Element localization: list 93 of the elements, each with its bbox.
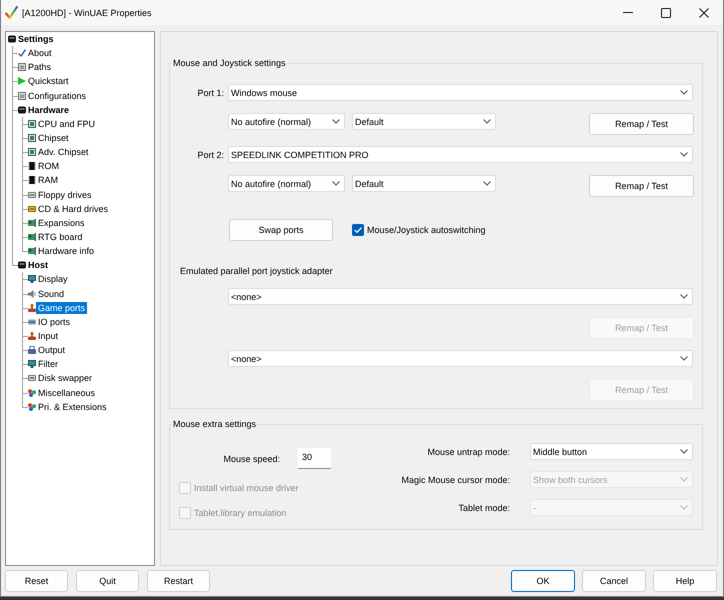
field-label: Magic Mouse cursor mode: bbox=[401, 474, 510, 484]
dropdown[interactable]: No autofire (normal) bbox=[228, 113, 345, 130]
monitor-icon bbox=[28, 360, 36, 368]
restart-button[interactable]: Restart bbox=[147, 570, 210, 592]
card-icon bbox=[28, 233, 36, 242]
mouse-speed-field[interactable]: 30 bbox=[298, 448, 331, 469]
window-icon bbox=[18, 92, 26, 100]
tree-item[interactable]: Miscellaneous bbox=[36, 386, 98, 399]
color-dots-icon bbox=[28, 402, 36, 411]
tree-item[interactable]: Game ports bbox=[36, 302, 88, 314]
drive-icon bbox=[28, 204, 36, 213]
tree-item[interactable]: Settings bbox=[16, 33, 56, 46]
tree-item[interactable]: RTG board bbox=[36, 231, 84, 244]
field-label: Mouse untrap mode: bbox=[427, 446, 510, 456]
drive-icon bbox=[28, 190, 36, 199]
tree-item[interactable]: About bbox=[26, 47, 54, 60]
dropdown[interactable]: No autofire (normal) bbox=[228, 175, 345, 192]
chevron-down-icon bbox=[680, 477, 688, 482]
checkmark-icon bbox=[354, 227, 362, 233]
dropdown[interactable]: <none> bbox=[228, 350, 693, 367]
tree-item[interactable]: Input bbox=[36, 330, 60, 342]
reset-button[interactable]: Reset bbox=[5, 570, 68, 592]
dropdown[interactable]: Default bbox=[352, 113, 496, 130]
tree-item[interactable]: Chipset bbox=[36, 132, 71, 144]
card-icon bbox=[28, 247, 36, 256]
tree-item[interactable]: Quickstart bbox=[26, 75, 71, 88]
printer-icon bbox=[28, 346, 36, 354]
quit-button[interactable]: Quit bbox=[76, 570, 139, 592]
tree-item[interactable]: CPU and FPU bbox=[36, 118, 98, 130]
monitor-icon bbox=[28, 275, 36, 284]
dropdown[interactable]: Middle button bbox=[530, 443, 693, 460]
chevron-down-icon bbox=[680, 294, 688, 299]
chevron-down-icon bbox=[680, 152, 688, 157]
connector-icon bbox=[28, 318, 36, 326]
tree-item[interactable]: Hardware info bbox=[36, 245, 96, 258]
chevron-down-icon bbox=[680, 449, 688, 454]
tree-item[interactable]: Configurations bbox=[26, 90, 88, 102]
remap-button[interactable]: Remap / Test bbox=[589, 113, 694, 135]
checkmark-icon bbox=[18, 49, 26, 58]
tree-item[interactable]: Sound bbox=[36, 288, 66, 300]
help-button[interactable]: Help bbox=[653, 570, 717, 592]
cancel-button[interactable]: Cancel bbox=[582, 570, 646, 592]
port-label: Port 1: bbox=[197, 88, 224, 98]
joystick-icon bbox=[28, 332, 36, 340]
chevron-down-icon bbox=[483, 119, 491, 124]
maximize-icon bbox=[661, 8, 671, 18]
tree-item[interactable]: Output bbox=[36, 344, 68, 356]
tree-item[interactable]: Adv. Chipset bbox=[36, 146, 90, 158]
play-icon bbox=[18, 77, 26, 86]
color-dots-icon bbox=[28, 388, 36, 397]
swap-ports-button[interactable]: Swap ports bbox=[229, 219, 333, 241]
tree-item[interactable]: Expansions bbox=[36, 216, 87, 229]
tree-item[interactable]: Display bbox=[36, 273, 70, 286]
tree-item[interactable]: Hardware bbox=[26, 104, 72, 116]
remap-button[interactable]: Remap / Test bbox=[589, 175, 694, 197]
speaker-icon bbox=[28, 290, 36, 298]
tree-item[interactable]: Paths bbox=[26, 61, 54, 74]
checkmark-icon bbox=[5, 6, 18, 19]
tree-item[interactable]: Floppy drives bbox=[36, 188, 94, 201]
field-label: Tablet mode: bbox=[458, 502, 510, 512]
tree-item[interactable]: Filter bbox=[36, 358, 60, 370]
section-title: Emulated parallel port joystick adapter bbox=[180, 266, 333, 277]
window-icon bbox=[18, 63, 26, 72]
checkbox[interactable] bbox=[352, 224, 364, 236]
tree-item[interactable]: ROM bbox=[36, 160, 61, 172]
tree-item[interactable]: Pri. & Extensions bbox=[36, 400, 109, 413]
chevron-down-icon bbox=[680, 90, 688, 95]
group-title: Mouse and Joystick settings bbox=[172, 58, 287, 69]
card-icon bbox=[28, 218, 36, 227]
checkbox-label[interactable]: Mouse/Joystick autoswitching bbox=[367, 225, 486, 235]
dropdown[interactable]: SPEEDLINK COMPETITION PRO bbox=[228, 146, 693, 163]
window-title: [A1200HD] - WinUAE Properties bbox=[22, 8, 152, 18]
drive-icon bbox=[28, 374, 36, 382]
field-label: Mouse speed: bbox=[223, 454, 280, 464]
group-title: Mouse extra settings bbox=[172, 419, 258, 430]
tree-item[interactable]: Disk swapper bbox=[36, 372, 94, 384]
port-label: Port 2: bbox=[197, 150, 224, 160]
tree-item[interactable]: Host bbox=[26, 259, 50, 272]
chevron-down-icon bbox=[332, 119, 340, 124]
tree-item[interactable]: IO ports bbox=[36, 316, 72, 328]
joystick-icon bbox=[28, 304, 36, 312]
ok-button[interactable]: OK bbox=[511, 570, 575, 592]
chevron-down-icon bbox=[332, 181, 340, 186]
chevron-down-icon bbox=[680, 356, 688, 361]
close-icon bbox=[699, 8, 709, 18]
chevron-down-icon bbox=[483, 181, 491, 186]
tree-item[interactable]: RAM bbox=[36, 174, 60, 186]
minimize-icon bbox=[623, 12, 633, 13]
tree-item[interactable]: CD & Hard drives bbox=[36, 202, 110, 215]
dropdown[interactable]: <none> bbox=[228, 288, 693, 305]
dropdown[interactable]: Windows mouse bbox=[228, 84, 693, 101]
chevron-down-icon bbox=[680, 505, 688, 510]
dropdown[interactable]: Default bbox=[352, 175, 496, 192]
